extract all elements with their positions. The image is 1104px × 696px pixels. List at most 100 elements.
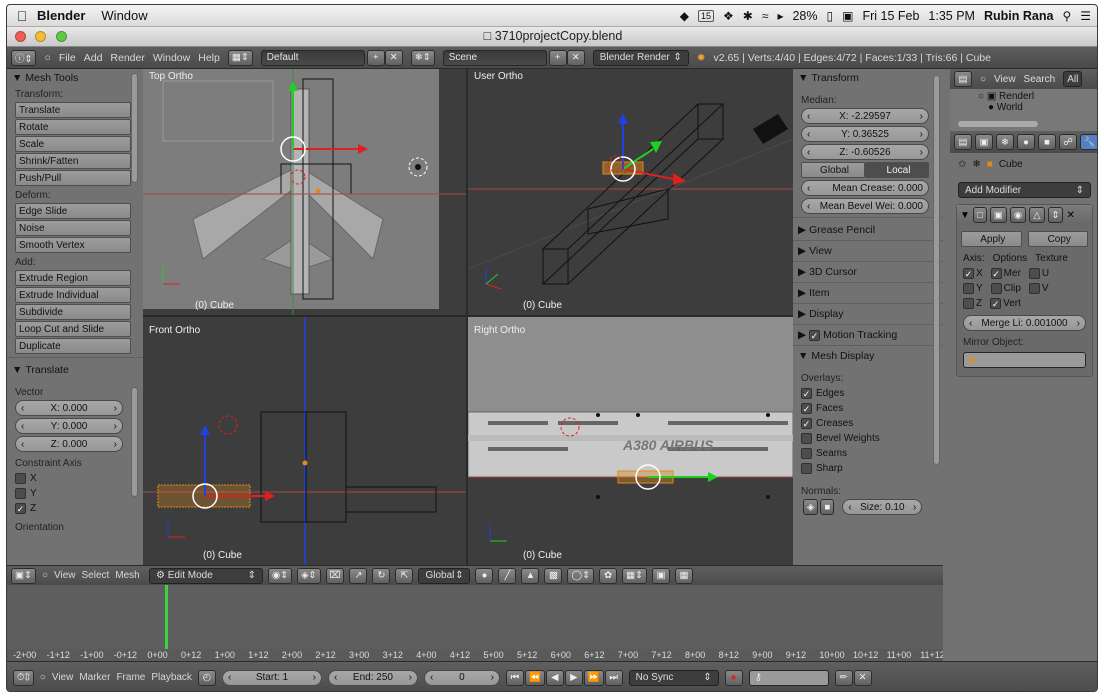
clip-checkbox[interactable]: Clip	[990, 283, 1021, 294]
input-source-icon[interactable]: ▣	[842, 9, 853, 23]
dropbox-icon[interactable]: ❖	[723, 9, 734, 23]
world-context-icon[interactable]: ●	[1017, 134, 1035, 150]
axis-x-checkbox[interactable]: ✓ X	[963, 268, 983, 279]
pin-icon[interactable]: ✩	[958, 159, 966, 170]
edge-select-icon[interactable]: ╱	[498, 567, 517, 584]
view-panel[interactable]: ▶ View	[793, 242, 943, 260]
outliner-display-dropdown[interactable]: All	[1063, 71, 1083, 87]
play-icon[interactable]: ▶	[564, 669, 583, 686]
jump-start-icon[interactable]: ⏮	[505, 669, 524, 686]
edge-slide-button[interactable]: Edge Slide	[15, 203, 131, 219]
vector-z-field[interactable]: ‹ Z: 0.000 ›	[15, 436, 123, 452]
preview-range-icon[interactable]: ◴	[197, 669, 216, 686]
transform-panel-header[interactable]: ▼ Transform	[793, 69, 943, 87]
end-frame-field[interactable]: ‹ End: 250 ›	[327, 669, 418, 686]
face-normals-icon[interactable]: ■	[820, 499, 835, 515]
face-select-icon[interactable]: ▲	[521, 567, 540, 584]
duplicate-button[interactable]: Duplicate	[15, 338, 131, 354]
screen-layout-icon[interactable]: ▦⇕	[227, 49, 253, 66]
add-layout-button[interactable]: +	[366, 49, 385, 66]
outliner-search-menu[interactable]: Search	[1024, 74, 1056, 85]
layout-field[interactable]: Default	[260, 49, 365, 66]
overlay-faces-checkbox[interactable]: ✓ Faces	[793, 401, 943, 416]
push-pull-button[interactable]: Push/Pull	[15, 170, 131, 186]
smooth-vertex-button[interactable]: Smooth Vertex	[15, 237, 131, 253]
delete-scene-button[interactable]: ✕	[566, 49, 585, 66]
viewport-user-ortho[interactable]: User Ortho (0) Cube	[468, 69, 793, 315]
spotlight-search-icon[interactable]: ⚲	[1062, 9, 1071, 23]
subdivide-button[interactable]: Subdivide	[15, 304, 131, 320]
scale-button[interactable]: Scale	[15, 136, 131, 152]
collapse-icon[interactable]: ○	[980, 74, 986, 85]
viewport-top-ortho[interactable]: Top Ortho (0) Cube	[143, 69, 466, 315]
bluetooth-icon[interactable]: ✱	[743, 9, 753, 23]
global-button[interactable]: Global	[801, 162, 865, 178]
evernote-icon[interactable]: ◆	[680, 9, 689, 23]
median-x-field[interactable]: ‹ X: -2.29597 ›	[801, 108, 929, 124]
jump-keyframe-back-icon[interactable]: ⏪	[524, 669, 545, 686]
timeline-collapse-icon[interactable]: ○	[40, 672, 46, 683]
select-menu[interactable]: Select	[81, 570, 109, 581]
viewport-right-ortho[interactable]: A380 AIRBUS Right Ortho (0) Cube	[468, 317, 793, 565]
overlay-seams-checkbox[interactable]: Seams	[793, 446, 943, 461]
render-preview-icon[interactable]: ▣	[652, 567, 671, 584]
outliner-item[interactable]: ● World	[950, 102, 1097, 113]
jump-keyframe-forward-icon[interactable]: ⏩	[583, 669, 604, 686]
window-menu[interactable]: Window	[101, 8, 147, 23]
sync-mode-dropdown[interactable]: No Sync ⇕	[628, 669, 719, 686]
render-engine-dropdown[interactable]: Blender Render ⇕	[592, 49, 689, 66]
constraint-context-icon[interactable]: ☍	[1059, 134, 1077, 150]
viewport-front-ortho[interactable]: Front Ortho (0) Cube	[143, 317, 466, 565]
add-menu[interactable]: Add	[84, 52, 103, 64]
scene-context-icon[interactable]: ❄	[996, 134, 1014, 150]
limit-selection-icon[interactable]: ▩	[544, 567, 563, 584]
timeline-frame-menu[interactable]: Frame	[116, 672, 145, 683]
merge-checkbox[interactable]: ✓ Mer	[990, 268, 1021, 279]
viewport-shading-icon[interactable]: ◉⇕	[268, 567, 293, 584]
outliner-view-menu[interactable]: View	[994, 74, 1016, 85]
battery-percent[interactable]: 28%	[792, 9, 817, 23]
scale-manipulator-icon[interactable]: ⇱	[395, 567, 414, 584]
render-toggle-icon[interactable]: ▣	[989, 207, 1007, 223]
normals-size-field[interactable]: ‹ Size: 0.10 ›	[842, 499, 923, 515]
record-icon[interactable]: ●	[724, 669, 743, 686]
orientation-dropdown[interactable]: Global ⇕	[418, 567, 471, 584]
overlay-edges-checkbox[interactable]: ✓ Edges	[793, 386, 943, 401]
vertex-select-icon[interactable]: ●	[475, 567, 494, 584]
properties-editor-icon[interactable]: ▤	[954, 134, 972, 150]
translate-button[interactable]: Translate	[15, 102, 131, 118]
jump-end-icon[interactable]: ⏭	[604, 669, 623, 686]
vertex-groups-checkbox[interactable]: ✓ Vert	[990, 298, 1021, 309]
editmode-toggle-icon[interactable]: △	[1029, 207, 1045, 223]
translate-operator-header[interactable]: ▼ Translate	[7, 361, 143, 379]
snap-icon[interactable]: ✿	[599, 567, 618, 584]
constraint-x-checkbox[interactable]: X	[7, 471, 143, 486]
current-frame-field[interactable]: ‹ 0 ›	[423, 669, 500, 686]
mesh-display-panel[interactable]: ▼ Mesh Display	[793, 347, 943, 365]
timeline-playback-menu[interactable]: Playback	[151, 672, 192, 683]
mode-dropdown[interactable]: ⚙ Edit Mode ⇕	[149, 567, 263, 584]
median-z-field[interactable]: ‹ Z: -0.60526 ›	[801, 144, 929, 160]
expand-modifier-icon[interactable]: ▼	[960, 210, 970, 221]
menubar-date[interactable]: Fri 15 Feb	[862, 9, 919, 23]
display-panel[interactable]: ▶ Display	[793, 305, 943, 323]
scene-field[interactable]: Scene	[442, 49, 547, 66]
translate-manipulator-icon[interactable]: ↗	[349, 567, 368, 584]
mean-bevel-field[interactable]: ‹ Mean Bevel Wei: 0.000	[801, 198, 929, 214]
editor-type-icon[interactable]: ⓘ⇕	[11, 49, 37, 66]
overlay-creases-checkbox[interactable]: ✓ Creases	[793, 416, 943, 431]
3d-view-editor-icon[interactable]: ▣⇕	[11, 567, 36, 584]
view-menu[interactable]: View	[54, 570, 76, 581]
outliner-scrollbar[interactable]	[958, 121, 1038, 127]
mirror-object-field[interactable]: ■	[963, 352, 1086, 368]
start-frame-field[interactable]: ‹ Start: 1 ›	[221, 669, 322, 686]
snap-element-icon[interactable]: ▦⇕	[622, 567, 648, 584]
mesh-menu[interactable]: Mesh	[115, 570, 139, 581]
tool-shelf-scrollbar[interactable]	[131, 73, 138, 183]
menubar-time[interactable]: 1:35 PM	[928, 9, 975, 23]
realtime-toggle-icon[interactable]: ◉	[1009, 207, 1027, 223]
copy-button[interactable]: Copy	[1027, 231, 1088, 247]
delete-keyframe-icon[interactable]: ✕	[853, 669, 872, 686]
header-collapse-icon[interactable]: ○	[42, 570, 48, 581]
median-y-field[interactable]: ‹ Y: 0.36525 ›	[801, 126, 929, 142]
